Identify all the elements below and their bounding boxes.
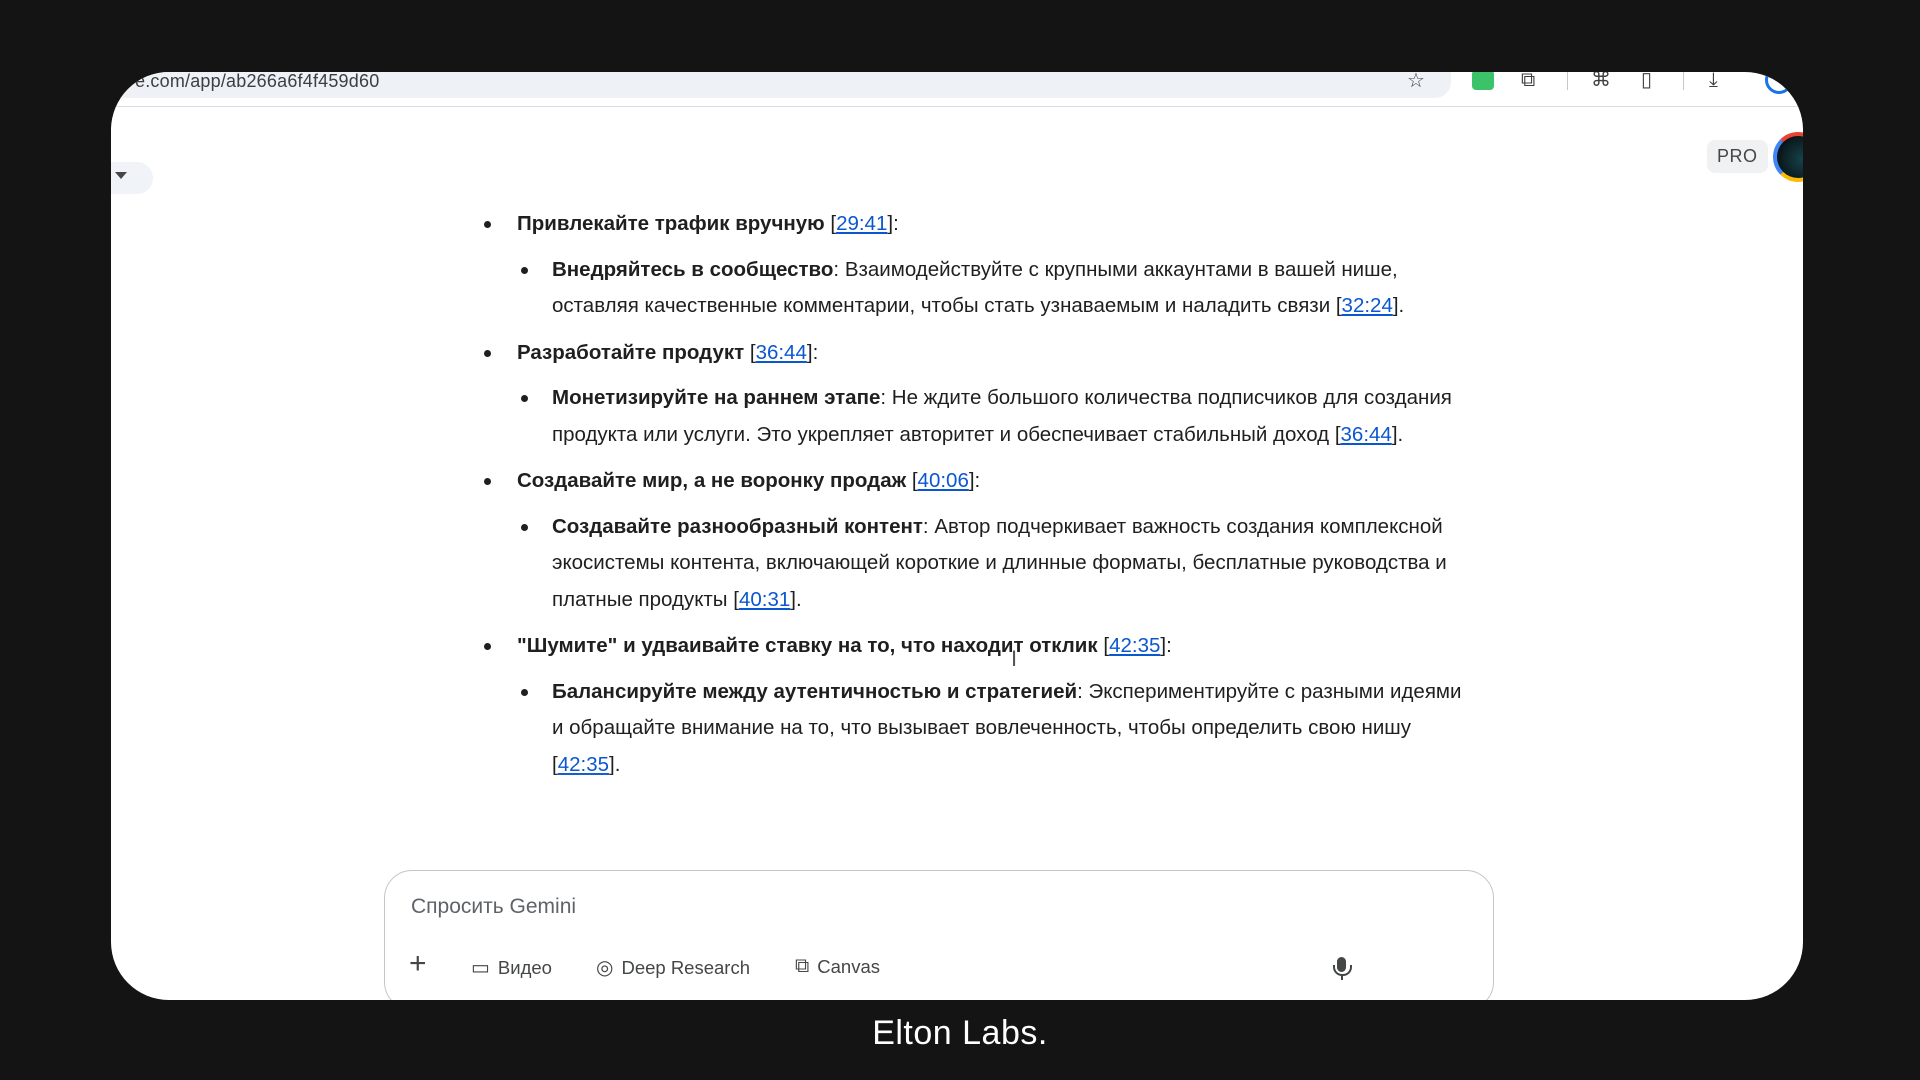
prompt-input[interactable]: Спросить Gemini (411, 895, 576, 919)
canvas-button[interactable]: ⧉ Canvas (795, 955, 880, 978)
puzzle-extensions-icon[interactable]: ⧉ (1521, 72, 1535, 90)
sub-item-heading: Балансируйте между аутентичностью и стра… (552, 679, 1078, 703)
address-bar[interactable]: e.com/app/ab266a6f4f459d60 ☆ (111, 72, 1451, 98)
user-avatar[interactable] (1773, 132, 1803, 182)
list-item: "Шумите" и удваивайте ставку на то, что … (465, 628, 1465, 783)
item-heading: Разработайте продукт (517, 340, 745, 364)
timestamp-link[interactable]: 32:24 (1342, 294, 1393, 317)
deep-research-button[interactable]: ◎ Deep Research (596, 955, 750, 980)
pro-badge[interactable]: PRO (1707, 140, 1768, 173)
video-icon: ▭ (471, 957, 490, 979)
item-heading: Привлекайте трафик вручную (517, 212, 825, 235)
list-item: Разработайте продукт [36:44]: Монетизиру… (465, 335, 1465, 454)
deep-research-label: Deep Research (621, 956, 750, 978)
response-content: Привлекайте трафик вручную [29:41]: Внед… (465, 182, 1465, 793)
timestamp-link[interactable]: 42:35 (558, 753, 609, 776)
sub-list-item: Создавайте разнообразный контент: Автор … (517, 509, 1465, 619)
extension-icon[interactable] (1472, 72, 1494, 90)
url-text[interactable]: e.com/app/ab266a6f4f459d60 (135, 72, 379, 92)
prompt-input-box[interactable]: Спросить Gemini + ▭ Видео ◎ Deep Researc… (384, 870, 1494, 1000)
microphone-icon[interactable] (1333, 957, 1352, 980)
cut-off-line (465, 182, 1465, 206)
browser-profile-icon[interactable] (1765, 72, 1793, 94)
timestamp-link[interactable]: 36:44 (756, 341, 807, 364)
brand-watermark: Elton Labs. (872, 1014, 1048, 1052)
timestamp-link[interactable]: 36:44 (1341, 423, 1392, 446)
sub-list-item: Внедряйтесь в сообщество: Взаимодействуй… (517, 252, 1465, 325)
browser-window: e.com/app/ab266a6f4f459d60 ☆ ⧉ ⌘ ▯ ⤓ PRO… (111, 72, 1803, 1000)
add-icon[interactable]: + (409, 947, 427, 981)
toolbar-divider (1683, 72, 1684, 90)
bullet-list: Привлекайте трафик вручную [29:41]: Внед… (465, 206, 1465, 783)
sub-item-heading: Создавайте разнообразный контент (552, 514, 923, 538)
tab-search-icon[interactable]: ⌘ (1591, 72, 1611, 90)
timestamp-link[interactable]: 29:41 (836, 212, 887, 235)
toolbar-separator (111, 106, 1803, 107)
list-item: Создавайте мир, а не воронку продаж [40:… (465, 463, 1465, 618)
canvas-label: Canvas (817, 955, 881, 977)
sub-item-heading: Монетизируйте на раннем этапе (552, 386, 881, 409)
clipboard-icon[interactable]: ▯ (1641, 72, 1652, 90)
video-tool-button[interactable]: ▭ Видео (471, 955, 552, 980)
timestamp-link[interactable]: 40:31 (739, 588, 790, 611)
canvas-icon: ⧉ (795, 955, 810, 977)
sub-list-item: Балансируйте между аутентичностью и стра… (517, 674, 1465, 784)
chevron-down-icon (115, 172, 127, 179)
sub-list-item: Монетизируйте на раннем этапе: Не ждите … (517, 380, 1465, 453)
item-heading: Создавайте мир, а не воронку продаж (517, 469, 907, 492)
sub-item-heading: Внедряйтесь в сообщество (552, 257, 834, 281)
video-tool-label: Видео (497, 956, 552, 978)
deep-research-icon: ◎ (596, 957, 614, 979)
bookmark-star-icon[interactable]: ☆ (1407, 72, 1425, 91)
sidebar-toggle-button[interactable] (111, 162, 153, 194)
text-cursor-icon: I (1011, 646, 1018, 671)
timestamp-link[interactable]: 40:06 (918, 469, 969, 492)
timestamp-link[interactable]: 42:35 (1109, 634, 1160, 657)
list-item: Привлекайте трафик вручную [29:41]: Внед… (465, 206, 1465, 325)
toolbar-divider (1567, 72, 1568, 90)
download-icon[interactable]: ⤓ (1709, 72, 1718, 90)
